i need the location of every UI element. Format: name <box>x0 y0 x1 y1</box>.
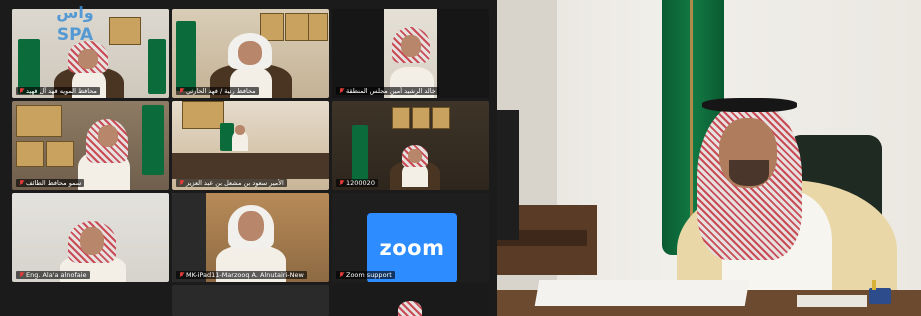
video-tile[interactable]: الأمير سعود بن مشعل بن عبد العزيز <box>172 101 329 190</box>
video-tile[interactable]: zoom Zoom support <box>332 193 489 282</box>
svg-text:SPA: SPA <box>57 25 94 44</box>
participant-name-label: محافظ المويه فهد آل فهيد <box>16 87 100 95</box>
muted-mic-icon <box>19 88 24 94</box>
video-tile[interactable] <box>332 285 489 316</box>
muted-mic-icon <box>339 272 344 278</box>
video-tile[interactable]: محافظ رنية / فهد الحارثي <box>172 9 329 98</box>
participant-name-label: خالد الرشيد أمين مجلس المنطقة <box>336 87 439 95</box>
participant-name-label: الأمير سعود بن مشعل بن عبد العزيز <box>176 179 287 187</box>
participant-name-label: MK-iPad11-Marzooq A. Alnutairi-New <box>176 271 307 279</box>
muted-mic-icon <box>339 180 344 186</box>
video-conference-grid: محافظ المويه فهد آل فهيد محافظ رنية / فه… <box>0 0 497 316</box>
video-tile[interactable]: 1200020 <box>332 101 489 190</box>
muted-mic-icon <box>19 180 24 186</box>
muted-mic-icon <box>179 180 184 186</box>
official-photo <box>497 0 921 316</box>
muted-mic-icon <box>19 272 24 278</box>
muted-mic-icon <box>339 88 344 94</box>
video-tile[interactable]: Eng. Ala'a alnofaie <box>12 193 169 282</box>
video-tile[interactable]: خالد الرشيد أمين مجلس المنطقة <box>332 9 489 98</box>
video-tile[interactable] <box>172 285 329 316</box>
participant-name-label: 1200020 <box>336 179 378 187</box>
muted-mic-icon <box>179 272 184 278</box>
participant-name-label: Eng. Ala'a alnofaie <box>16 271 90 279</box>
svg-text:واس: واس <box>56 3 94 22</box>
participant-name-label: محافظ رنية / فهد الحارثي <box>176 87 259 95</box>
muted-mic-icon <box>179 88 184 94</box>
video-tile[interactable]: سمو محافظ الطائف <box>12 101 169 190</box>
video-tile[interactable]: MK-iPad11-Marzooq A. Alnutairi-New <box>172 193 329 282</box>
participant-name-label: Zoom support <box>336 271 395 279</box>
participant-name-label: سمو محافظ الطائف <box>16 179 85 187</box>
spa-watermark-logo: واس SPA <box>56 3 94 44</box>
